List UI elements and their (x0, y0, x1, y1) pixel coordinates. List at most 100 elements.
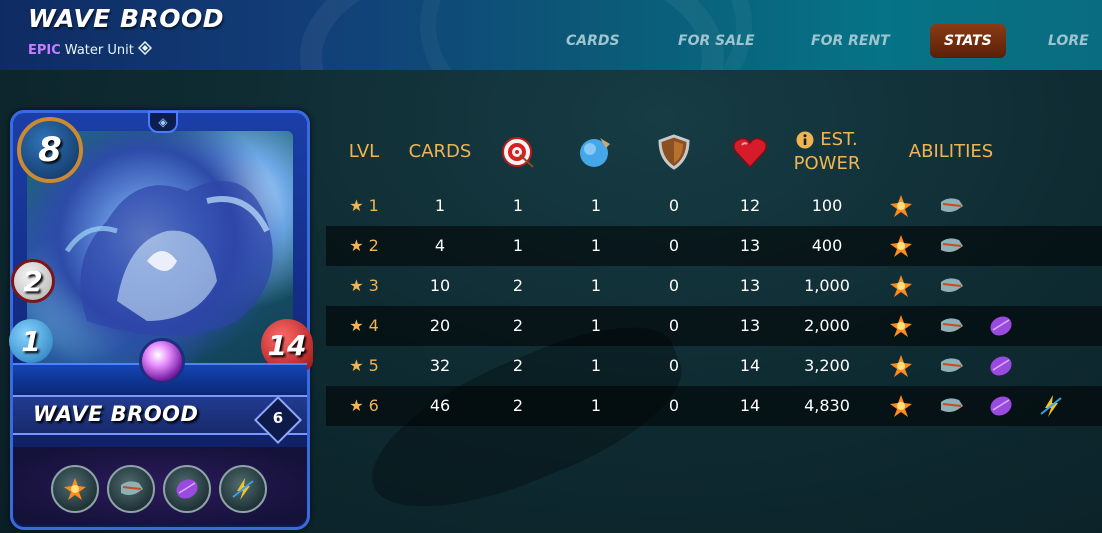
cell-speed: 1 (590, 196, 602, 215)
header-power-line2: POWER (793, 153, 861, 174)
armor-icon (652, 118, 696, 186)
cell-armor: 0 (668, 316, 680, 335)
cell-speed: 1 (590, 276, 602, 295)
table-row: ★ 3 10 2 1 0 13 1,000 (326, 266, 1102, 306)
page-header: WAVE BROOD EPIC Water Unit CARDS FOR SAL… (0, 0, 1102, 70)
cell-health: 12 (739, 196, 761, 215)
cell-power: 400 (811, 236, 843, 255)
speed-icon (574, 118, 618, 186)
row-abilities (886, 391, 1066, 421)
row-abilities (886, 311, 1016, 341)
cell-lvl: ★ 1 (349, 196, 379, 215)
row-abilities (886, 191, 966, 221)
scavenger-ability-icon[interactable] (936, 191, 966, 221)
tab-for-rent[interactable]: FOR RENT (811, 24, 890, 58)
scavenger-ability-icon[interactable] (936, 271, 966, 301)
card-name: WAVE BROOD (33, 402, 199, 426)
header-est-power: EST. POWER (782, 118, 872, 186)
cell-power: 4,830 (804, 396, 850, 415)
cell-power: 3,200 (804, 356, 850, 375)
row-abilities (886, 231, 966, 261)
cell-armor: 0 (668, 396, 680, 415)
scavenger-ability-icon[interactable] (936, 351, 966, 381)
tab-for-sale[interactable]: FOR SALE (678, 24, 755, 58)
ranged-attack-stat: 2 (11, 259, 55, 303)
cell-lvl: ★ 2 (349, 236, 379, 255)
cell-cards: 32 (429, 356, 451, 375)
cell-cards: 20 (429, 316, 451, 335)
cell-cards: 1 (434, 196, 446, 215)
fire-flower-ability-icon[interactable] (886, 351, 916, 381)
card-level-value: 6 (272, 409, 284, 427)
fire-flower-ability-icon[interactable] (886, 231, 916, 261)
lightning-ability-icon[interactable] (219, 465, 267, 513)
speed-stat: 1 (9, 319, 53, 363)
cell-power: 1,000 (804, 276, 850, 295)
header-cards: CARDS (408, 141, 472, 162)
scavenger-ability-icon[interactable] (936, 311, 966, 341)
cell-ranged: 2 (512, 316, 524, 335)
card-image: ◈ 8 2 1 14 WAVE BROOD 6 (9, 110, 313, 530)
scavenger-ability-icon[interactable] (936, 391, 966, 421)
table-row: ★ 4 20 2 1 0 13 2,000 (326, 306, 1102, 346)
tab-stats[interactable]: STATS (930, 24, 1006, 58)
cell-power: 100 (811, 196, 843, 215)
header-abilities: ABILITIES (908, 141, 994, 162)
shield-shell-ability-icon[interactable] (163, 465, 211, 513)
cell-ranged: 2 (512, 276, 524, 295)
table-header: LVL CARDS EST. POWER ABILITIES (326, 118, 1102, 186)
info-icon[interactable] (796, 131, 814, 149)
cell-health: 13 (739, 236, 761, 255)
cell-lvl: ★ 4 (349, 316, 379, 335)
lightning-ability-icon[interactable] (1036, 391, 1066, 421)
cell-health: 14 (739, 396, 761, 415)
table-row: ★ 1 1 1 1 0 12 100 (326, 186, 1102, 226)
cell-health: 13 (739, 316, 761, 335)
header-power-line1: EST. (820, 129, 858, 150)
cell-armor: 0 (668, 356, 680, 375)
cell-armor: 0 (668, 196, 680, 215)
cell-speed: 1 (590, 356, 602, 375)
card-top-gem: ◈ (148, 111, 178, 133)
water-orb-icon (139, 338, 185, 384)
cell-speed: 1 (590, 396, 602, 415)
cell-health: 13 (739, 276, 761, 295)
cell-armor: 0 (668, 236, 680, 255)
row-abilities (886, 271, 966, 301)
cell-lvl: ★ 5 (349, 356, 379, 375)
cell-speed: 1 (590, 316, 602, 335)
fire-flower-ability-icon[interactable] (51, 465, 99, 513)
header-lvl: LVL (348, 141, 380, 162)
table-row: ★ 5 32 2 1 0 14 3,200 (326, 346, 1102, 386)
table-row: ★ 2 4 1 1 0 13 400 (326, 226, 1102, 266)
shield-shell-ability-icon[interactable] (986, 311, 1016, 341)
cell-armor: 0 (668, 276, 680, 295)
cell-lvl: ★ 3 (349, 276, 379, 295)
shield-shell-ability-icon[interactable] (986, 351, 1016, 381)
scavenger-ability-icon[interactable] (936, 231, 966, 261)
cell-cards: 4 (434, 236, 446, 255)
fire-flower-ability-icon[interactable] (886, 391, 916, 421)
tab-cards[interactable]: CARDS (566, 24, 620, 58)
fire-flower-ability-icon[interactable] (886, 191, 916, 221)
cell-lvl: ★ 6 (349, 396, 379, 415)
cell-ranged: 2 (512, 356, 524, 375)
mana-value: 8 (38, 130, 62, 170)
shield-shell-ability-icon[interactable] (986, 391, 1016, 421)
card-abilities (13, 447, 307, 525)
cell-cards: 46 (429, 396, 451, 415)
nav-tabs: CARDS FOR SALE FOR RENT STATS LORE (0, 24, 1102, 58)
scavenger-ability-icon[interactable] (107, 465, 155, 513)
tab-lore[interactable]: LORE (1048, 24, 1089, 58)
mana-cost: 8 (17, 117, 83, 183)
fire-flower-ability-icon[interactable] (886, 311, 916, 341)
cell-ranged: 1 (512, 236, 524, 255)
table-row: ★ 6 46 2 1 0 14 4,830 (326, 386, 1102, 426)
fire-flower-ability-icon[interactable] (886, 271, 916, 301)
cell-power: 2,000 (804, 316, 850, 335)
cell-cards: 10 (429, 276, 451, 295)
cell-ranged: 2 (512, 396, 524, 415)
ranged-attack-icon (496, 118, 540, 186)
cell-health: 14 (739, 356, 761, 375)
cell-ranged: 1 (512, 196, 524, 215)
